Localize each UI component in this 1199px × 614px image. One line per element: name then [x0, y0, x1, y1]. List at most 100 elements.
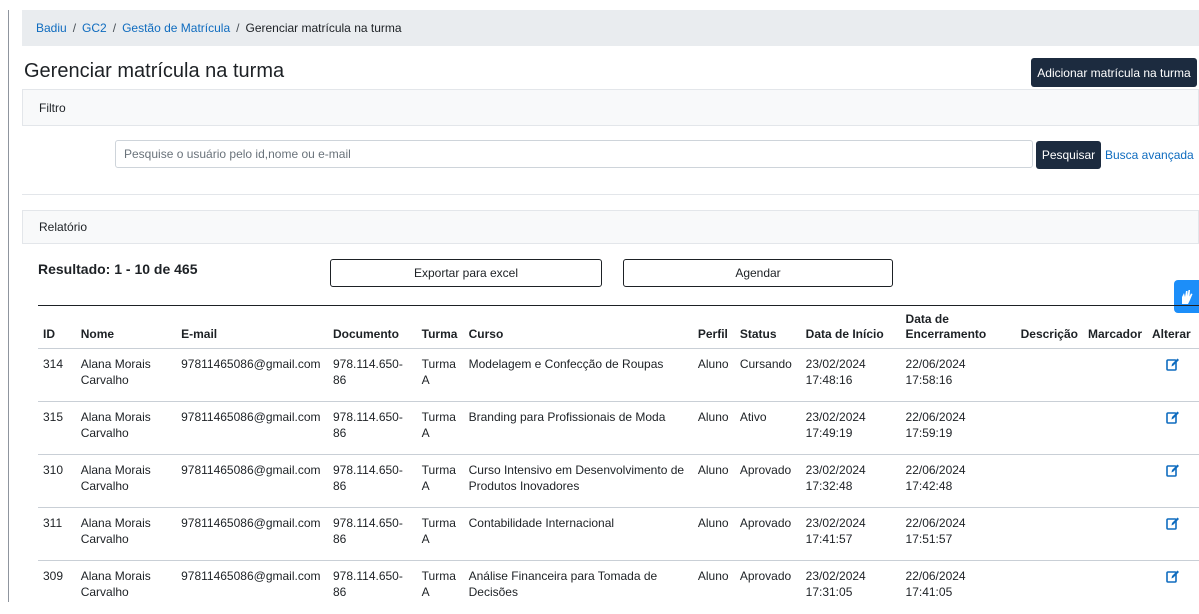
- cell-status: Ativo: [735, 402, 801, 455]
- report-title: Relatório: [39, 220, 87, 234]
- cell-marcador: [1083, 455, 1147, 508]
- filter-title: Filtro: [39, 101, 66, 115]
- cell-curso: Análise Financeira para Tomada de Decisõ…: [464, 561, 693, 614]
- cell-perfil: Aluno: [693, 561, 735, 614]
- cell-marcador: [1083, 349, 1147, 402]
- table-row: 315 Alana Morais Carvalho 97811465086@gm…: [38, 402, 1199, 455]
- header-data-inicio[interactable]: Data de Início: [801, 306, 901, 349]
- cell-descricao: [1016, 349, 1083, 402]
- edit-icon[interactable]: [1166, 357, 1180, 371]
- cell-email: 97811465086@gmail.com: [176, 508, 328, 561]
- cell-data-inicio: 23/02/2024 17:49:19: [801, 402, 901, 455]
- cell-curso: Contabilidade Internacional: [464, 508, 693, 561]
- cell-alterar: [1147, 402, 1199, 455]
- cell-data-inicio: 23/02/2024 17:32:48: [801, 455, 901, 508]
- schedule-button[interactable]: Agendar: [623, 259, 893, 287]
- edit-icon[interactable]: [1166, 410, 1180, 424]
- export-excel-button[interactable]: Exportar para excel: [330, 259, 602, 287]
- header-turma[interactable]: Turma: [417, 306, 464, 349]
- breadcrumb-link-gestao[interactable]: Gestão de Matrícula: [122, 21, 230, 35]
- header-marcador[interactable]: Marcador: [1083, 306, 1147, 349]
- search-button[interactable]: Pesquisar: [1036, 141, 1101, 169]
- cell-turma: Turma A: [417, 561, 464, 614]
- filter-divider: [22, 194, 1199, 195]
- cell-status: Aprovado: [735, 508, 801, 561]
- edit-icon[interactable]: [1166, 516, 1180, 530]
- breadcrumb: Badiu / GC2 / Gestão de Matrícula / Gere…: [22, 10, 1199, 46]
- cell-nome: Alana Morais Carvalho: [76, 349, 176, 402]
- left-border: [8, 10, 9, 602]
- cell-curso: Branding para Profissionais de Moda: [464, 402, 693, 455]
- report-header: Relatório: [22, 210, 1199, 244]
- breadcrumb-link-badiu[interactable]: Badiu: [36, 21, 67, 35]
- add-enrollment-button[interactable]: Adicionar matrícula na turma: [1031, 58, 1197, 87]
- cell-perfil: Aluno: [693, 508, 735, 561]
- breadcrumb-current: Gerenciar matrícula na turma: [245, 21, 401, 35]
- cell-data-inicio: 23/02/2024 17:48:16: [801, 349, 901, 402]
- header-id[interactable]: ID: [38, 306, 76, 349]
- cell-descricao: [1016, 455, 1083, 508]
- cell-perfil: Aluno: [693, 349, 735, 402]
- cell-nome: Alana Morais Carvalho: [76, 508, 176, 561]
- cell-turma: Turma A: [417, 455, 464, 508]
- page: Badiu / GC2 / Gestão de Matrícula / Gere…: [12, 0, 1199, 602]
- page-title: Gerenciar matrícula na turma: [24, 60, 284, 83]
- header-descricao[interactable]: Descrição: [1016, 306, 1083, 349]
- header-alterar: Alterar: [1147, 306, 1199, 349]
- table-row: 311 Alana Morais Carvalho 97811465086@gm…: [38, 508, 1199, 561]
- cell-status: Aprovado: [735, 561, 801, 614]
- cell-marcador: [1083, 402, 1147, 455]
- header-data-encerramento[interactable]: Data de Encerramento: [901, 306, 1016, 349]
- cell-alterar: [1147, 349, 1199, 402]
- cell-turma: Turma A: [417, 349, 464, 402]
- table-header-row: ID Nome E-mail Documento Turma Curso Per…: [38, 306, 1199, 349]
- cell-email: 97811465086@gmail.com: [176, 561, 328, 614]
- cell-data-encerramento: 22/06/2024 17:51:57: [901, 508, 1016, 561]
- table-row: 314 Alana Morais Carvalho 97811465086@gm…: [38, 349, 1199, 402]
- result-count: Resultado: 1 - 10 de 465: [38, 261, 198, 277]
- search-input[interactable]: [115, 140, 1033, 168]
- cell-email: 97811465086@gmail.com: [176, 402, 328, 455]
- cell-perfil: Aluno: [693, 455, 735, 508]
- header-nome[interactable]: Nome: [76, 306, 176, 349]
- table-row: 309 Alana Morais Carvalho 97811465086@gm…: [38, 561, 1199, 614]
- header-curso[interactable]: Curso: [464, 306, 693, 349]
- cell-id: 315: [38, 402, 76, 455]
- breadcrumb-separator: /: [73, 21, 76, 35]
- cell-nome: Alana Morais Carvalho: [76, 561, 176, 614]
- cell-id: 310: [38, 455, 76, 508]
- cell-turma: Turma A: [417, 402, 464, 455]
- cell-documento: 978.114.650-86: [328, 508, 417, 561]
- cell-status: Aprovado: [735, 455, 801, 508]
- cell-data-encerramento: 22/06/2024 17:58:16: [901, 349, 1016, 402]
- cell-alterar: [1147, 455, 1199, 508]
- cell-email: 97811465086@gmail.com: [176, 455, 328, 508]
- cell-id: 309: [38, 561, 76, 614]
- edit-icon[interactable]: [1166, 463, 1180, 477]
- cell-documento: 978.114.650-86: [328, 402, 417, 455]
- cell-alterar: [1147, 508, 1199, 561]
- cell-descricao: [1016, 561, 1083, 614]
- edit-icon[interactable]: [1166, 569, 1180, 583]
- advanced-search-link[interactable]: Busca avançada: [1105, 148, 1194, 162]
- header-documento[interactable]: Documento: [328, 306, 417, 349]
- cell-id: 311: [38, 508, 76, 561]
- cell-data-encerramento: 22/06/2024 17:41:05: [901, 561, 1016, 614]
- cell-data-encerramento: 22/06/2024 17:59:19: [901, 402, 1016, 455]
- cell-perfil: Aluno: [693, 402, 735, 455]
- cell-documento: 978.114.650-86: [328, 561, 417, 614]
- cell-curso: Modelagem e Confecção de Roupas: [464, 349, 693, 402]
- cell-descricao: [1016, 402, 1083, 455]
- cell-documento: 978.114.650-86: [328, 349, 417, 402]
- header-perfil[interactable]: Perfil: [693, 306, 735, 349]
- cell-curso: Curso Intensivo em Desenvolvimento de Pr…: [464, 455, 693, 508]
- header-email[interactable]: E-mail: [176, 306, 328, 349]
- breadcrumb-separator: /: [113, 21, 116, 35]
- header-status[interactable]: Status: [735, 306, 801, 349]
- breadcrumb-link-gc2[interactable]: GC2: [82, 21, 107, 35]
- cell-data-inicio: 23/02/2024 17:41:57: [801, 508, 901, 561]
- cell-status: Cursando: [735, 349, 801, 402]
- cell-data-inicio: 23/02/2024 17:31:05: [801, 561, 901, 614]
- cell-turma: Turma A: [417, 508, 464, 561]
- cell-marcador: [1083, 508, 1147, 561]
